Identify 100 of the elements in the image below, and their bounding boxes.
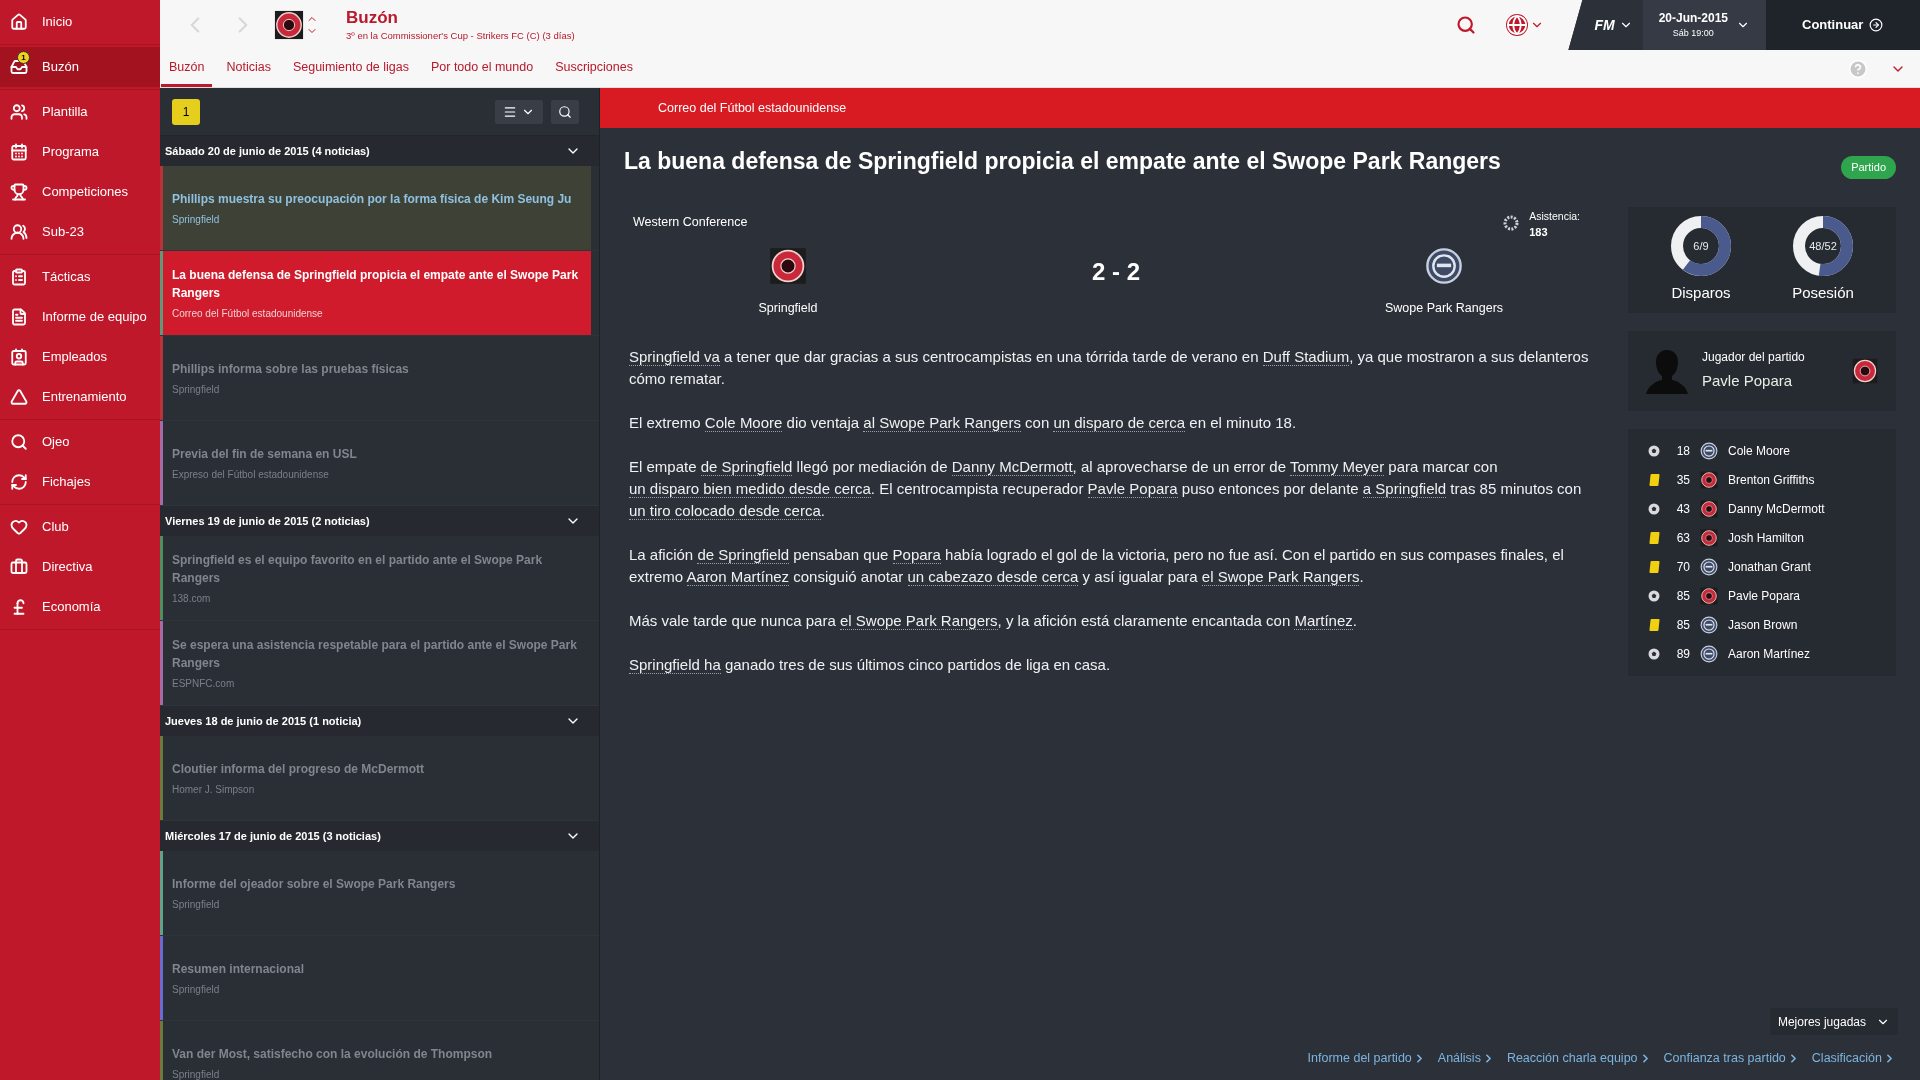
article-link[interactable]: a Springfield [1362, 479, 1447, 498]
footer-link[interactable]: Informe del partido [1307, 1049, 1426, 1068]
event-minute: 70 [1675, 558, 1690, 576]
stat-ring [1669, 214, 1733, 279]
search-icon[interactable] [1456, 15, 1477, 35]
continue-button[interactable]: Continuar [1766, 0, 1920, 50]
footer-link[interactable]: Confianza tras partido [1663, 1049, 1800, 1068]
home-badge [769, 246, 807, 285]
article-link[interactable]: Springfield va [629, 347, 720, 366]
event-minute: 89 [1675, 645, 1690, 663]
article-paragraph: Más vale tarde que nunca para el Swope Park Rangers, y la afición está claramente encantada con Martínez. [629, 610, 1358, 632]
article-link[interactable]: un disparo de cerca [1053, 413, 1186, 432]
sidebar-item[interactable]: Fichajes [0, 462, 160, 502]
sidebar-item[interactable]: Tácticas [0, 257, 160, 297]
article-paragraph: El extremo Cole Moore dio ventaja al Swope Park Rangers con un disparo de cerca en el minuto 18. [629, 412, 1298, 434]
inbox-icon [10, 58, 28, 76]
event-minute: 43 [1675, 500, 1690, 518]
tab[interactable]: Por todo el mundo [422, 50, 542, 87]
article-link[interactable]: un tiro colocado desde cerca [629, 501, 821, 520]
page-subtitle: 3º en la Commissioner's Cup - Strikers FC (C) (3 días) [346, 28, 575, 43]
date-menu[interactable]: 20-Jun-2015 Sáb 19:00 [1642, 0, 1766, 50]
sidebar-item[interactable]: Ojeo [0, 422, 160, 462]
sidebar-item[interactable]: Plantilla [0, 92, 160, 132]
article-link[interactable]: Pavle Popara [1087, 479, 1178, 498]
game-date: 20-Jun-2015 [1658, 10, 1728, 28]
sidebar-item[interactable]: Competiciones [0, 172, 160, 212]
sidebar-item[interactable]: Sub-23 [0, 212, 160, 252]
event-minute: 18 [1675, 442, 1690, 460]
club-badge [1852, 357, 1878, 384]
sidebar-item[interactable]: Empleados [0, 337, 160, 377]
article-link[interactable]: de Springfield [697, 545, 790, 564]
stat-value: 6/9 [1693, 240, 1709, 252]
sidebar-item[interactable]: Economía [0, 587, 160, 627]
inbox-item[interactable]: Phillips muestra su preocupación por la forma física de Kim Seung Ju Springfield [163, 166, 591, 250]
sidebar-item[interactable]: Directiva [0, 547, 160, 587]
item-title: Cloutier informa del progreso de McDermott [172, 760, 426, 778]
award-label: Jugador del partido [1702, 349, 1806, 367]
ball-icon [1648, 647, 1660, 660]
sidebar-item[interactable]: Buzón 1 [0, 47, 160, 87]
tab[interactable]: Noticias [218, 50, 279, 87]
sidebar-item[interactable]: Entrenamiento [0, 377, 160, 417]
team-badge [1700, 644, 1718, 663]
stat-value: 48/52 [1809, 240, 1837, 252]
footer-link[interactable]: Clasificación [1811, 1049, 1896, 1068]
sidebar-item[interactable]: Club [0, 507, 160, 547]
day-header[interactable]: Viernes 19 de junio de 2015 (2 noticias) [160, 506, 599, 536]
article-link[interactable]: el Swope Park Rangers [839, 611, 998, 630]
article-link[interactable]: al Swope Park Rangers [863, 413, 1021, 432]
team-badge [1700, 528, 1718, 547]
ball-icon [1648, 589, 1660, 602]
stat-label: Disparos [1671, 283, 1731, 304]
article-link[interactable]: un cabezazo desde cerca [907, 567, 1079, 586]
article-link[interactable]: Springfield ha [629, 655, 721, 674]
article-link[interactable]: de Springfield [700, 457, 793, 476]
article-link[interactable]: Martínez [1294, 611, 1353, 630]
article-link[interactable]: el Swope Park Rangers [1201, 567, 1360, 586]
article-link[interactable]: Tommy Meyer [1289, 457, 1385, 476]
competition-name: Western Conference [633, 213, 748, 231]
search-button[interactable] [551, 99, 579, 124]
item-source: Springfield [172, 212, 221, 227]
item-title: Informe del ojeador sobre el Swope Park Rangers [172, 875, 457, 893]
day-header[interactable]: Sábado 20 de junio de 2015 (4 noticias) [160, 136, 599, 166]
tab[interactable]: Seguimiento de ligas [284, 50, 417, 87]
team-badge [1700, 499, 1718, 518]
event-player: Josh Hamilton [1728, 529, 1805, 547]
sidebar-item[interactable]: Programa [0, 132, 160, 172]
event-minute: 85 [1675, 616, 1690, 634]
event-player: Brenton Griffiths [1728, 471, 1815, 489]
article-link[interactable]: Cole Moore [704, 413, 783, 432]
item-title: Resumen internacional [172, 960, 306, 978]
item-source: 138.com [172, 591, 212, 606]
day-heading: Sábado 20 de junio de 2015 (4 noticias) [165, 143, 370, 159]
sidebar-item[interactable]: Informe de equipo [0, 297, 160, 337]
article-link[interactable]: Danny McDermott [951, 457, 1073, 476]
item-source: Springfield [172, 982, 221, 997]
cone-icon [10, 388, 28, 406]
sort-menu[interactable] [495, 99, 543, 124]
day-header[interactable]: Jueves 18 de junio de 2015 (1 noticia) [160, 706, 599, 736]
footer-link[interactable]: Análisis [1437, 1049, 1495, 1068]
event-minute: 85 [1675, 587, 1690, 605]
banner-text: Correo del Fútbol estadounidense [658, 99, 847, 117]
article-link[interactable]: Popara [892, 545, 941, 564]
sidebar-item[interactable]: Inicio [0, 2, 160, 42]
day-header[interactable]: Miércoles 17 de junio de 2015 (3 noticias) [160, 821, 599, 851]
article-paragraph: Springfield va a tener que dar gracias a sus centrocampistas en una tórrida tarde de verano en Duff Stadium, ya que mostraron a sus delanteros cómo rematar. [629, 346, 1590, 389]
score: 2 - 2 [1091, 257, 1141, 288]
article-link[interactable]: un disparo bien medido desde cerca [629, 479, 871, 498]
club-badge [274, 10, 304, 40]
inbox-item[interactable]: La buena defensa de Springfield propicia el empate ante el Swope Park Rangers Correo del Fútbol estadounidense [163, 251, 591, 335]
item-title: Se espera una asistencia respetable para el partido ante el Swope Park Rangers [172, 636, 578, 672]
article-link[interactable]: Aaron Martínez [686, 567, 790, 586]
attendance-value: 183 [1529, 225, 1549, 241]
item-source: Correo del Fútbol estadounidense [172, 306, 324, 321]
footer-link[interactable]: Reacción charla equipo [1506, 1049, 1652, 1068]
highlights-dropdown[interactable]: Mejores jugadas [1769, 1008, 1898, 1036]
card-icon [1648, 473, 1660, 486]
page-title: Buzón [346, 7, 399, 29]
away-team: Swope Park Rangers [1384, 299, 1504, 317]
tab[interactable]: Suscripciones [547, 50, 641, 87]
search-icon [558, 104, 572, 119]
